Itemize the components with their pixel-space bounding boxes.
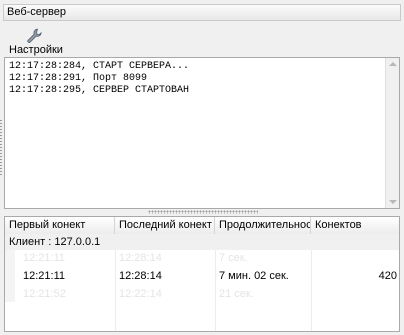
row-indicator <box>5 266 15 286</box>
table-row[interactable]: 12:21:52 12:22:14 21 сек. <box>5 286 399 302</box>
cell-count: 420 <box>378 270 397 282</box>
table-row[interactable]: 12:21:11 12:28:14 7 сек. <box>5 250 399 266</box>
column-header-count[interactable]: Конектов <box>311 217 399 234</box>
toolbar: Настройки <box>3 22 401 56</box>
window-title-bar: Веб-сервер <box>3 4 401 21</box>
cell-last: 12:28:14 <box>119 270 162 282</box>
cell-last: 12:22:14 <box>119 288 162 300</box>
column-header-last[interactable]: Последний конект <box>115 217 215 234</box>
cell-first: 12:21:11 <box>23 252 66 264</box>
scroll-down-arrow-icon[interactable] <box>389 200 397 204</box>
group-row[interactable]: Клиент : 127.0.0.1 <box>5 234 399 250</box>
column-header-duration[interactable]: Продолжительность... <box>215 217 311 234</box>
log-line: 12:17:28:295, СЕРВЕР СТАРТОВАН <box>9 85 190 96</box>
left-resize-handle[interactable] <box>0 120 2 176</box>
scroll-up-arrow-icon[interactable] <box>389 62 397 66</box>
row-indicator <box>5 250 15 266</box>
wrench-icon <box>27 28 42 43</box>
connections-grid: Первый конект Последний конект Продолжит… <box>4 216 400 332</box>
cell-duration: 7 мин. 02 сек. <box>219 270 289 282</box>
log-line: 12:17:28:291, Порт 8099 <box>9 73 148 84</box>
cell-last: 12:28:14 <box>119 252 162 264</box>
cell-first: 12:21:52 <box>23 288 66 300</box>
settings-button[interactable]: Настройки <box>9 28 63 56</box>
cell-duration: 21 сек. <box>219 288 254 300</box>
cell-first: 12:21:11 <box>23 270 66 282</box>
window-title: Веб-сервер <box>7 6 66 18</box>
log-textarea[interactable]: 12:17:28:284, СТАРТ СЕРВЕРА... 12:17:28:… <box>4 57 400 209</box>
log-scrollbar[interactable] <box>385 58 399 208</box>
settings-button-label: Настройки <box>9 44 63 56</box>
grid-header: Первый конект Последний конект Продолжит… <box>5 217 399 235</box>
horizontal-splitter[interactable] <box>148 210 258 214</box>
table-row[interactable]: 12:21:11 12:28:14 7 мин. 02 сек. 420 <box>5 266 399 286</box>
column-header-first[interactable]: Первый конект <box>5 217 115 234</box>
cell-duration: 7 сек. <box>219 252 248 264</box>
row-indicator <box>5 286 15 302</box>
log-line: 12:17:28:284, СТАРТ СЕРВЕРА... <box>9 61 190 72</box>
